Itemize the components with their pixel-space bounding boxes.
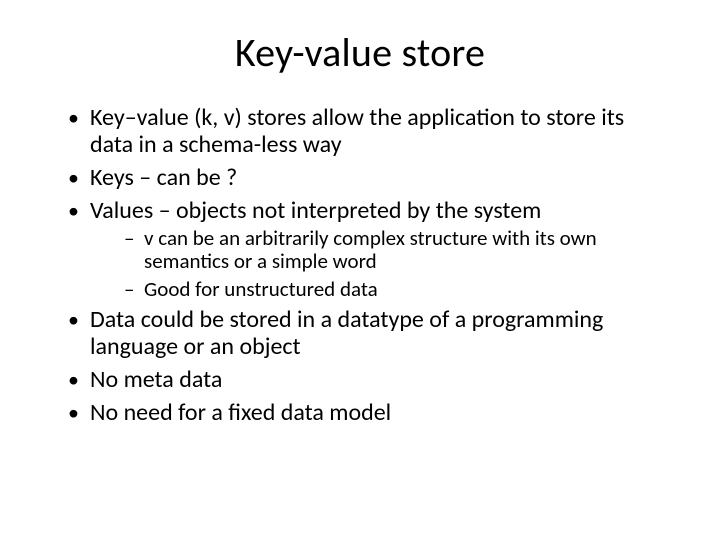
slide-title: Key-value store (40, 28, 680, 77)
list-item: Good for unstructured data (124, 278, 670, 302)
list-item: Values – objects not interpreted by the … (68, 198, 670, 301)
list-item: No need for a fixed data model (68, 400, 670, 427)
list-item: v can be an arbitrarily complex structur… (124, 227, 670, 274)
list-item: Data could be stored in a datatype of a … (68, 307, 670, 361)
sub-bullet-list: v can be an arbitrarily complex structur… (90, 227, 670, 302)
list-item: Keys – can be ? (68, 165, 670, 192)
bullet-text: Keys – can be ? (90, 163, 237, 192)
list-item: No meta data (68, 367, 670, 394)
list-item: Key–value (k, v) stores allow the applic… (68, 105, 670, 159)
bullet-text: Key–value (k, v) stores allow the applic… (90, 103, 624, 159)
bullet-text: No need for a fixed data model (90, 398, 391, 427)
bullet-text: Values – objects not interpreted by the … (90, 196, 541, 225)
bullet-text: v can be an arbitrarily complex structur… (144, 225, 597, 275)
bullet-text: No meta data (90, 365, 222, 394)
bullet-text: Good for unstructured data (144, 276, 378, 302)
slide: Key-value store Key–value (k, v) stores … (0, 0, 720, 540)
bullet-list: Key–value (k, v) stores allow the applic… (40, 105, 680, 427)
bullet-text: Data could be stored in a datatype of a … (90, 305, 603, 361)
